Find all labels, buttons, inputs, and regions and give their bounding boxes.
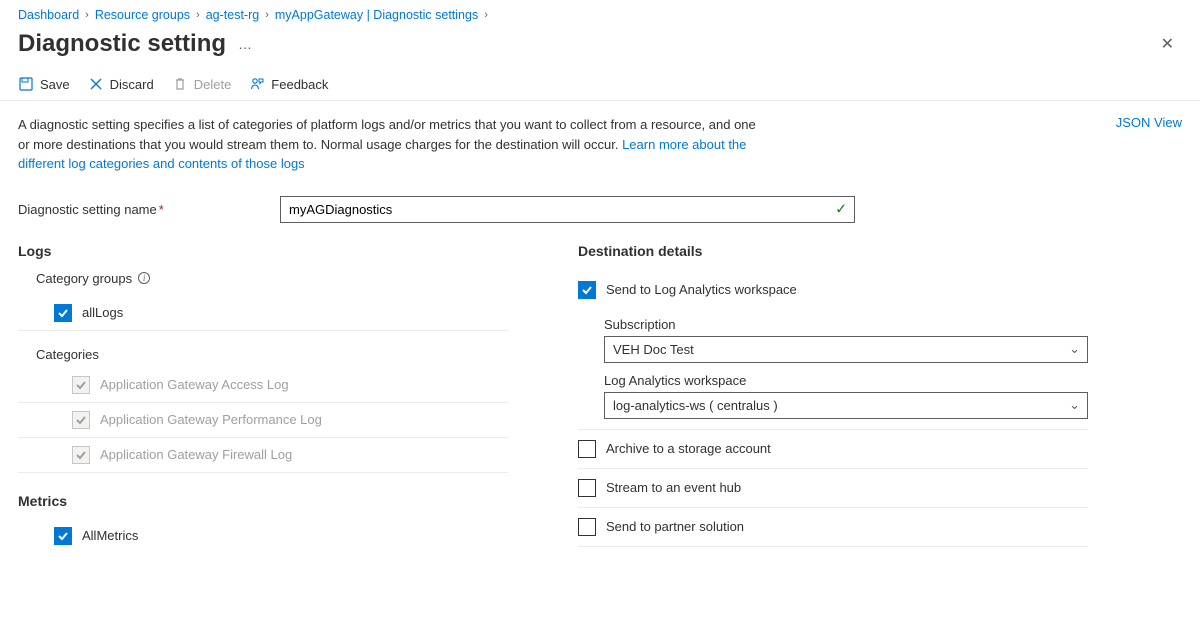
chevron-right-icon: › [196, 9, 200, 21]
category-label: Application Gateway Access Log [100, 377, 289, 392]
person-feedback-icon [249, 76, 265, 92]
log-analytics-checkbox[interactable] [578, 281, 596, 299]
log-analytics-row: Send to Log Analytics workspace [578, 271, 1088, 309]
chevron-right-icon: › [265, 9, 269, 21]
setting-name-input[interactable] [280, 196, 855, 223]
category-label: Application Gateway Performance Log [100, 412, 322, 427]
setting-name-label: Diagnostic setting name* [18, 202, 268, 217]
log-analytics-label: Send to Log Analytics workspace [606, 282, 797, 297]
toolbar-label: Discard [110, 77, 154, 92]
metrics-heading: Metrics [18, 493, 518, 509]
toolbar-label: Save [40, 77, 70, 92]
breadcrumb-item[interactable]: ag-test-rg [206, 8, 260, 22]
destination-heading: Destination details [578, 243, 1088, 259]
close-icon[interactable]: ✕ [1153, 30, 1182, 58]
toolbar-label: Delete [194, 77, 232, 92]
partner-checkbox[interactable] [578, 518, 596, 536]
title-row: Diagnostic setting … ✕ [0, 26, 1200, 68]
workspace-select[interactable]: log-analytics-ws ( centralus ) [604, 392, 1088, 419]
categories-label: Categories [36, 347, 500, 362]
category-checkbox [72, 411, 90, 429]
breadcrumb: Dashboard › Resource groups › ag-test-rg… [0, 0, 1200, 26]
category-checkbox [72, 376, 90, 394]
category-row: Application Gateway Access Log [18, 368, 508, 403]
breadcrumb-item[interactable]: Resource groups [95, 8, 190, 22]
more-actions-button[interactable]: … [238, 36, 254, 52]
delete-button: Delete [172, 76, 232, 92]
all-metrics-row: AllMetrics [18, 519, 508, 553]
breadcrumb-item[interactable]: Dashboard [18, 8, 79, 22]
partner-row: Send to partner solution [578, 508, 1088, 547]
close-icon [88, 76, 104, 92]
toolbar: Save Discard Delete Feedback [0, 68, 1200, 101]
all-logs-label: allLogs [82, 305, 123, 320]
eventhub-label: Stream to an event hub [606, 480, 741, 495]
page-title: Diagnostic setting [18, 30, 226, 58]
storage-row: Archive to a storage account [578, 430, 1088, 469]
workspace-label: Log Analytics workspace [604, 373, 1088, 388]
toolbar-label: Feedback [271, 77, 328, 92]
breadcrumb-item[interactable]: myAppGateway | Diagnostic settings [275, 8, 478, 22]
info-icon[interactable]: i [138, 272, 150, 284]
all-logs-checkbox[interactable] [54, 304, 72, 322]
all-metrics-checkbox[interactable] [54, 527, 72, 545]
partner-label: Send to partner solution [606, 519, 744, 534]
logs-heading: Logs [18, 243, 518, 259]
all-metrics-label: AllMetrics [82, 528, 138, 543]
eventhub-row: Stream to an event hub [578, 469, 1088, 508]
storage-checkbox[interactable] [578, 440, 596, 458]
feedback-button[interactable]: Feedback [249, 76, 328, 92]
valid-check-icon: ✓ [835, 201, 847, 218]
subscription-select[interactable]: VEH Doc Test [604, 336, 1088, 363]
all-logs-row: allLogs [18, 296, 508, 331]
chevron-right-icon: › [484, 9, 488, 21]
description-text: A diagnostic setting specifies a list of… [18, 115, 758, 174]
json-view-link[interactable]: JSON View [1116, 115, 1182, 174]
category-checkbox [72, 446, 90, 464]
category-groups-label: Category groups i [36, 271, 500, 286]
category-label: Application Gateway Firewall Log [100, 447, 292, 462]
category-row: Application Gateway Firewall Log [18, 438, 508, 473]
subscription-label: Subscription [604, 317, 1088, 332]
save-button[interactable]: Save [18, 76, 70, 92]
discard-button[interactable]: Discard [88, 76, 154, 92]
eventhub-checkbox[interactable] [578, 479, 596, 497]
chevron-right-icon: › [85, 9, 89, 21]
storage-label: Archive to a storage account [606, 441, 771, 456]
trash-icon [172, 76, 188, 92]
save-icon [18, 76, 34, 92]
category-row: Application Gateway Performance Log [18, 403, 508, 438]
